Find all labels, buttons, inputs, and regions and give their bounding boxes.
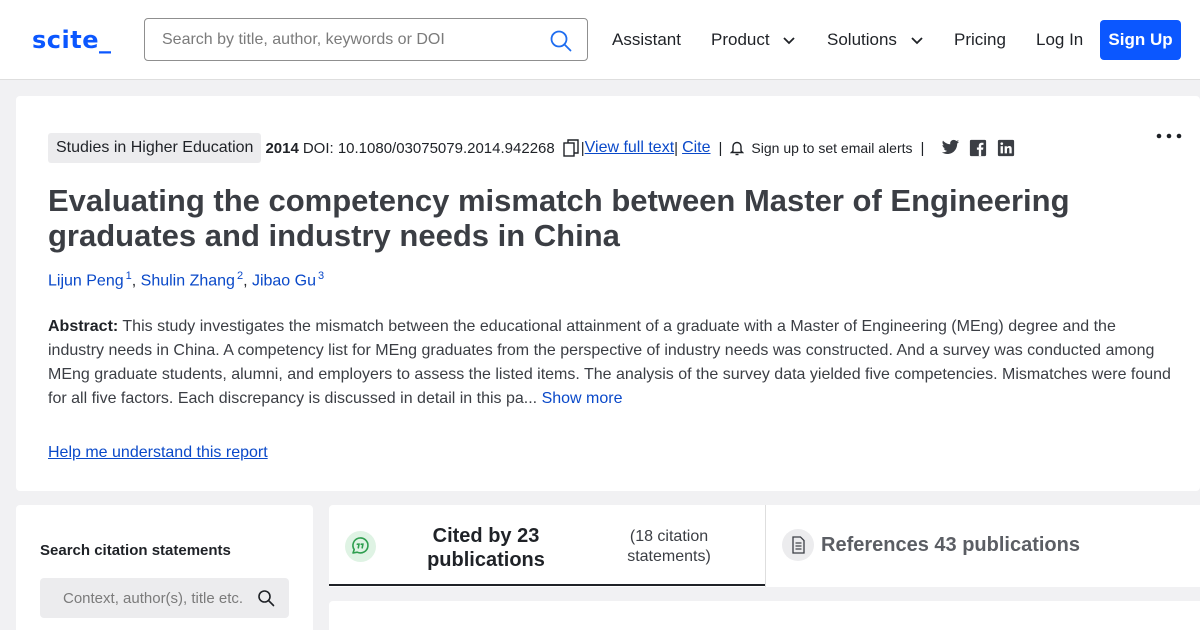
cite-link[interactable]: Cite	[682, 139, 710, 157]
nav-pricing[interactable]: Pricing	[954, 30, 1006, 50]
citation-statements-count: (18 citation statements)	[627, 528, 711, 565]
help-understand-report-link[interactable]: Help me understand this report	[48, 444, 268, 462]
nav-solutions-label: Solutions	[827, 30, 897, 49]
nav-product-label: Product	[711, 30, 770, 49]
paper-title: Evaluating the competency mismatch betwe…	[48, 183, 1070, 253]
citation-search-box	[40, 578, 289, 618]
copy-icon[interactable]	[563, 139, 579, 157]
search-box	[144, 18, 588, 61]
email-alerts-link[interactable]: Sign up to set email alerts	[751, 140, 912, 156]
journal-badge[interactable]: Studies in Higher Education	[48, 133, 262, 163]
tab-cited-by[interactable]: Cited by 23 publications (18 citation st…	[329, 505, 765, 586]
author-affiliation-number: 2	[236, 270, 244, 282]
citation-tabs: Cited by 23 publications (18 citation st…	[329, 505, 1200, 587]
cited-by-label: Cited by 23 publications	[427, 525, 545, 571]
top-navigation-bar: scite_ Assistant Product Solutions Prici…	[0, 0, 1200, 80]
citation-search-title: Search citation statements	[40, 542, 231, 559]
author-link[interactable]: Shulin Zhang	[141, 272, 235, 289]
author-link[interactable]: Lijun Peng	[48, 272, 124, 289]
chevron-down-icon	[911, 36, 923, 44]
more-options-icon[interactable]	[1156, 132, 1182, 140]
bell-icon[interactable]	[730, 140, 745, 156]
search-icon[interactable]	[257, 589, 275, 607]
author-affiliation-number: 1	[125, 270, 132, 282]
paper-card: Studies in Higher Education 2014 DOI: 10…	[16, 96, 1200, 491]
author-list: Lijun Peng 1, Shulin Zhang 2, Jibao Gu 3	[48, 270, 325, 290]
nav-login[interactable]: Log In	[1036, 30, 1083, 50]
nav-assistant[interactable]: Assistant	[612, 30, 681, 50]
search-icon[interactable]	[549, 29, 573, 53]
quote-icon	[345, 531, 376, 562]
show-more-link[interactable]: Show more	[542, 390, 623, 407]
citation-search-panel: Search citation statements	[16, 505, 313, 630]
document-icon	[782, 529, 814, 561]
scite-logo[interactable]: scite_	[32, 26, 112, 54]
twitter-icon[interactable]	[940, 139, 960, 157]
chevron-down-icon	[783, 36, 795, 44]
tab-references[interactable]: References 43 publications	[766, 505, 1200, 587]
publication-year: 2014	[265, 139, 299, 157]
paper-meta-row: Studies in Higher Education 2014 DOI: 10…	[48, 132, 1016, 164]
references-label: References 43 publications	[821, 534, 1080, 556]
search-input[interactable]	[162, 29, 542, 51]
view-full-text-link[interactable]: View full text	[585, 139, 675, 157]
doi-text: DOI: 10.1080/03075079.2014.942268	[302, 139, 555, 157]
author-link[interactable]: Jibao Gu	[252, 272, 316, 289]
nav-solutions-dropdown[interactable]: Solutions	[827, 30, 924, 50]
linkedin-icon[interactable]	[996, 139, 1016, 157]
nav-product-dropdown[interactable]: Product	[711, 30, 796, 50]
facebook-icon[interactable]	[968, 139, 988, 157]
signup-button[interactable]: Sign Up	[1100, 20, 1181, 60]
citations-list-panel	[329, 601, 1200, 630]
abstract: Abstract: This study investigates the mi…	[48, 315, 1173, 411]
abstract-label: Abstract:	[48, 318, 119, 335]
citation-search-input[interactable]	[63, 588, 258, 608]
author-affiliation-number: 3	[318, 270, 325, 282]
